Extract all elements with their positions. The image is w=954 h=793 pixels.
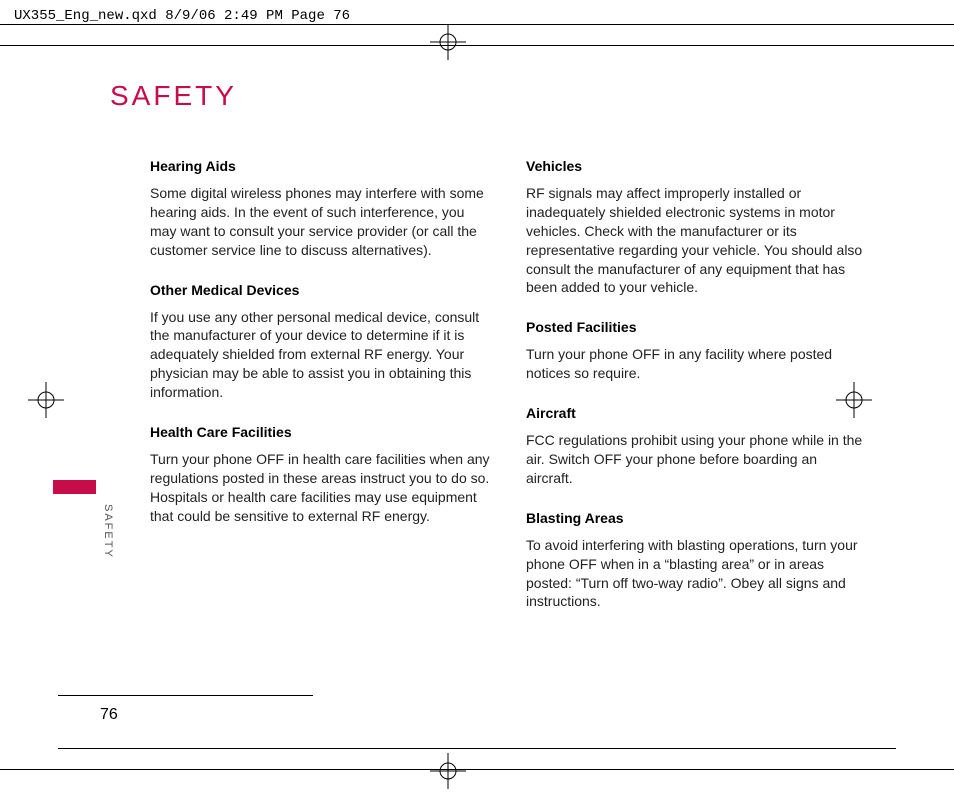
section-heading: Other Medical Devices — [150, 282, 490, 298]
section-heading: Health Care Facilities — [150, 424, 490, 440]
section-body: RF signals may affect improperly install… — [526, 184, 866, 297]
section-body: Turn your phone OFF in health care facil… — [150, 450, 490, 526]
section-heading: Aircraft — [526, 405, 866, 421]
page-title: SAFETY — [110, 80, 890, 112]
column-right: Vehicles RF signals may affect improperl… — [526, 158, 866, 633]
registration-mark-icon — [430, 24, 466, 60]
registration-mark-icon — [430, 753, 466, 789]
section-heading: Blasting Areas — [526, 510, 866, 526]
crop-rule-inner-bottom — [58, 748, 896, 749]
crop-rule-top — [0, 24, 954, 25]
column-left: Hearing Aids Some digital wireless phone… — [150, 158, 490, 633]
crop-rule-bottom — [0, 769, 954, 770]
section-body: To avoid interfering with blasting opera… — [526, 536, 866, 612]
page-content: SAFETY Hearing Aids Some digital wireles… — [110, 80, 890, 633]
crop-rule-inner-top — [0, 45, 954, 46]
content-columns: Hearing Aids Some digital wireless phone… — [150, 158, 890, 633]
section-body: Some digital wireless phones may interfe… — [150, 184, 490, 260]
section-tab-bar — [53, 480, 96, 494]
section-body: Turn your phone OFF in any facility wher… — [526, 345, 866, 383]
print-file-header: UX355_Eng_new.qxd 8/9/06 2:49 PM Page 76 — [14, 8, 350, 24]
section-body: FCC regulations prohibit using your phon… — [526, 431, 866, 488]
section-heading: Posted Facilities — [526, 319, 866, 335]
section-heading: Hearing Aids — [150, 158, 490, 174]
section-heading: Vehicles — [526, 158, 866, 174]
page-footer-rule — [58, 695, 313, 696]
registration-mark-icon — [28, 382, 64, 418]
page-number: 76 — [100, 706, 118, 724]
section-body: If you use any other personal medical de… — [150, 308, 490, 402]
